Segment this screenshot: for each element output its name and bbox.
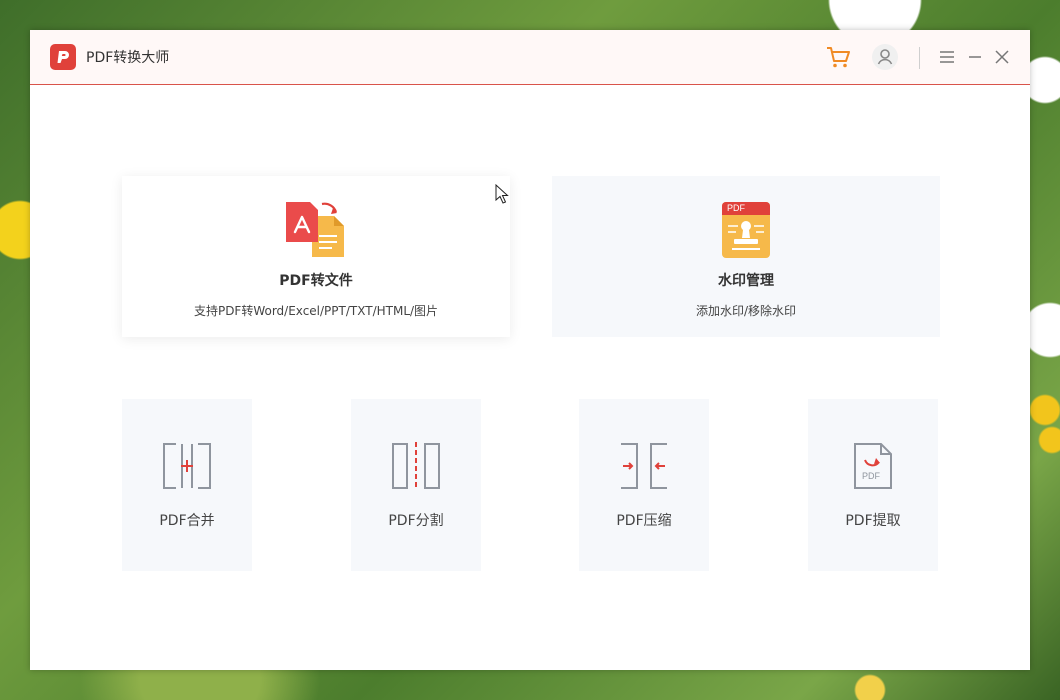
pdf-split-card[interactable]: PDF分割 bbox=[351, 399, 481, 571]
close-button[interactable] bbox=[988, 43, 1016, 71]
pdf-merge-label: PDF合并 bbox=[159, 513, 215, 529]
pdf-convert-icon bbox=[282, 200, 350, 260]
user-button[interactable] bbox=[871, 43, 899, 71]
cart-icon bbox=[827, 47, 850, 68]
minimize-icon bbox=[969, 56, 981, 58]
pdf-convert-title: PDF转文件 bbox=[279, 273, 353, 289]
user-icon bbox=[872, 44, 898, 70]
pdf-compress-card[interactable]: PDF压缩 bbox=[579, 399, 709, 571]
menu-icon bbox=[940, 51, 954, 63]
app-logo-icon bbox=[50, 44, 76, 70]
close-icon bbox=[995, 50, 1009, 64]
pdf-extract-card[interactable]: PDF PDF提取 bbox=[808, 399, 938, 571]
watermark-pdf-badge: PDF bbox=[727, 203, 745, 213]
menu-button[interactable] bbox=[933, 43, 961, 71]
compress-icon bbox=[621, 443, 667, 489]
watermark-title: 水印管理 bbox=[718, 273, 774, 289]
merge-icon bbox=[163, 443, 211, 489]
app-window: PDF转换大师 PDF转文件 支持PDF转Word/Excel/PPT/TXT/… bbox=[30, 30, 1030, 670]
split-icon bbox=[392, 442, 440, 490]
mouse-cursor-icon bbox=[495, 184, 509, 204]
extract-icon: PDF bbox=[853, 442, 893, 490]
pdf-extract-label: PDF提取 bbox=[845, 513, 901, 529]
pdf-merge-card[interactable]: PDF合并 bbox=[122, 399, 252, 571]
extract-pdf-badge: PDF bbox=[862, 471, 880, 481]
watermark-card[interactable]: PDF 水印管理 添加水印/移除水印 bbox=[552, 176, 940, 337]
pdf-compress-label: PDF压缩 bbox=[616, 513, 672, 529]
app-title: PDF转换大师 bbox=[86, 50, 170, 66]
toolbar-divider bbox=[919, 47, 920, 69]
title-bar: PDF转换大师 bbox=[30, 30, 1030, 85]
pdf-convert-card[interactable]: PDF转文件 支持PDF转Word/Excel/PPT/TXT/HTML/图片 bbox=[122, 176, 510, 337]
watermark-desc: 添加水印/移除水印 bbox=[695, 304, 797, 318]
pdf-split-label: PDF分割 bbox=[388, 513, 444, 529]
cart-button[interactable] bbox=[824, 43, 852, 71]
watermark-icon: PDF bbox=[722, 202, 770, 258]
minimize-button[interactable] bbox=[961, 43, 989, 71]
pdf-convert-desc: 支持PDF转Word/Excel/PPT/TXT/HTML/图片 bbox=[193, 304, 439, 318]
